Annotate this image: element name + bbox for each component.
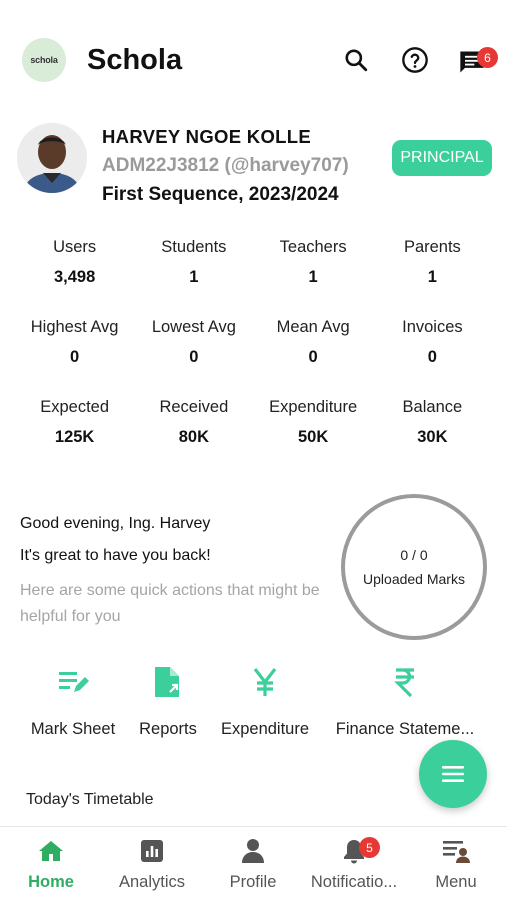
stat-value: 50K (297, 428, 329, 446)
stat-label: Parents (403, 238, 461, 256)
stat-value: 125K (54, 428, 95, 446)
app-title: Schola (87, 44, 183, 76)
stat-label: Received (159, 398, 229, 416)
action-expenditure[interactable]: Expenditure (217, 664, 313, 739)
yen-icon (248, 664, 282, 700)
stat-parents[interactable]: Parents 1 (373, 236, 492, 316)
stat-teachers[interactable]: Teachers 1 (254, 236, 373, 316)
stat-mean-avg[interactable]: Mean Avg 0 (254, 316, 373, 396)
menu-icon (442, 837, 470, 865)
uploaded-marks-label: Uploaded Marks (363, 571, 465, 587)
profile-card: HARVEY NGOE KOLLE ADM22J3812 (@harvey707… (0, 120, 507, 216)
stats-row: Highest Avg 0 Lowest Avg 0 Mean Avg 0 Invoi… (15, 316, 492, 396)
nav-profile[interactable]: Profile (222, 837, 284, 892)
nav-notifications[interactable]: Notificatio... (304, 837, 404, 892)
uploaded-marks-count: 0 / 0 (400, 547, 428, 563)
profile-term: First Sequence, 2023/2024 (102, 184, 339, 205)
mark-sheet-icon (56, 664, 90, 700)
stats-row: Users 3,498 Students 1 Teachers 1 Parents 1 (15, 236, 492, 316)
stat-value: 0 (70, 348, 80, 366)
stat-balance[interactable]: Balance 30K (373, 396, 492, 476)
avatar[interactable] (17, 123, 87, 193)
action-label: Finance Stateme... (335, 720, 475, 738)
greeting-block: Good evening, Ing. Harvey It's great to … (20, 514, 320, 630)
stat-label: Students (161, 238, 227, 256)
role-badge: PRINCIPAL (392, 140, 492, 176)
action-label: Reports (139, 720, 197, 738)
nav-analytics[interactable]: Analytics (112, 837, 192, 892)
stat-value: 1 (308, 268, 318, 286)
bottom-nav: Home Analytics Profile Notificatio... 5 … (0, 826, 507, 900)
home-icon (37, 837, 65, 865)
nav-label: Home (28, 873, 74, 891)
stats-row: Expected 125K Received 80K Expenditure 50K … (15, 396, 492, 476)
nav-home[interactable]: Home (18, 837, 84, 892)
nav-label: Menu (435, 873, 477, 891)
app-logo[interactable]: schola (22, 38, 66, 82)
stat-label: Teachers (279, 238, 347, 256)
stat-value: 80K (178, 428, 210, 446)
stat-invoices[interactable]: Invoices 0 (373, 316, 492, 396)
analytics-icon (138, 837, 166, 865)
stat-label: Expected (40, 398, 110, 416)
nav-label: Analytics (118, 873, 186, 891)
stat-value: 1 (427, 268, 437, 286)
stat-value: 0 (308, 348, 318, 366)
profile-id: ADM22J3812 (@harvey707) (102, 155, 349, 176)
quick-actions: Mark Sheet Reports Expenditure Finance S… (0, 664, 507, 754)
quick-actions-hint: Here are some quick actions that might b… (20, 582, 320, 625)
stat-users[interactable]: Users 3,498 (15, 236, 134, 316)
stat-value: 30K (417, 428, 448, 446)
timetable-title: Today's Timetable (26, 791, 154, 808)
stat-label: Highest Avg (30, 318, 119, 336)
logo-text: schola (30, 55, 58, 65)
nav-menu[interactable]: Menu (426, 837, 486, 892)
app-header: schola Schola 6 (0, 36, 507, 88)
messages-badge: 6 (477, 47, 498, 68)
uploaded-marks-ring[interactable]: 0 / 0 Uploaded Marks (341, 494, 487, 640)
stat-value: 0 (427, 348, 437, 366)
stat-value: 3,498 (53, 268, 96, 286)
reports-icon (151, 664, 185, 700)
stat-expenditure[interactable]: Expenditure 50K (254, 396, 373, 476)
action-reports[interactable]: Reports (137, 664, 199, 739)
stat-label: Balance (402, 398, 463, 416)
stat-value: 0 (189, 348, 199, 366)
stat-highest-avg[interactable]: Highest Avg 0 (15, 316, 134, 396)
stat-label: Lowest Avg (151, 318, 236, 336)
profile-icon (239, 837, 267, 865)
action-label: Expenditure (220, 720, 310, 738)
notifications-badge: 5 (359, 837, 380, 858)
stat-label: Expenditure (269, 398, 358, 416)
greeting-line: Good evening, Ing. Harvey (20, 515, 211, 532)
stat-label: Users (53, 238, 97, 256)
search-icon[interactable] (342, 46, 370, 74)
fab-menu-icon (442, 766, 464, 782)
welcome-line: It's great to have you back! (20, 547, 211, 564)
nav-label: Profile (229, 873, 277, 891)
stat-value: 1 (189, 268, 199, 286)
stats-grid: Users 3,498 Students 1 Teachers 1 Parents 1 … (15, 236, 492, 476)
fab-menu-button[interactable] (419, 740, 487, 808)
help-icon[interactable] (401, 46, 429, 74)
action-label: Mark Sheet (30, 720, 116, 738)
stat-expected[interactable]: Expected 125K (15, 396, 134, 476)
action-finance-statement[interactable]: Finance Stateme... (330, 664, 480, 739)
nav-label: Notificatio... (310, 873, 398, 891)
action-mark-sheet[interactable]: Mark Sheet (27, 664, 119, 739)
stat-lowest-avg[interactable]: Lowest Avg 0 (134, 316, 253, 396)
stat-students[interactable]: Students 1 (134, 236, 253, 316)
profile-name: HARVEY NGOE KOLLE (102, 126, 311, 147)
stat-label: Mean Avg (276, 318, 350, 336)
stat-label: Invoices (402, 318, 463, 336)
stat-received[interactable]: Received 80K (134, 396, 253, 476)
rupee-icon (388, 664, 422, 700)
